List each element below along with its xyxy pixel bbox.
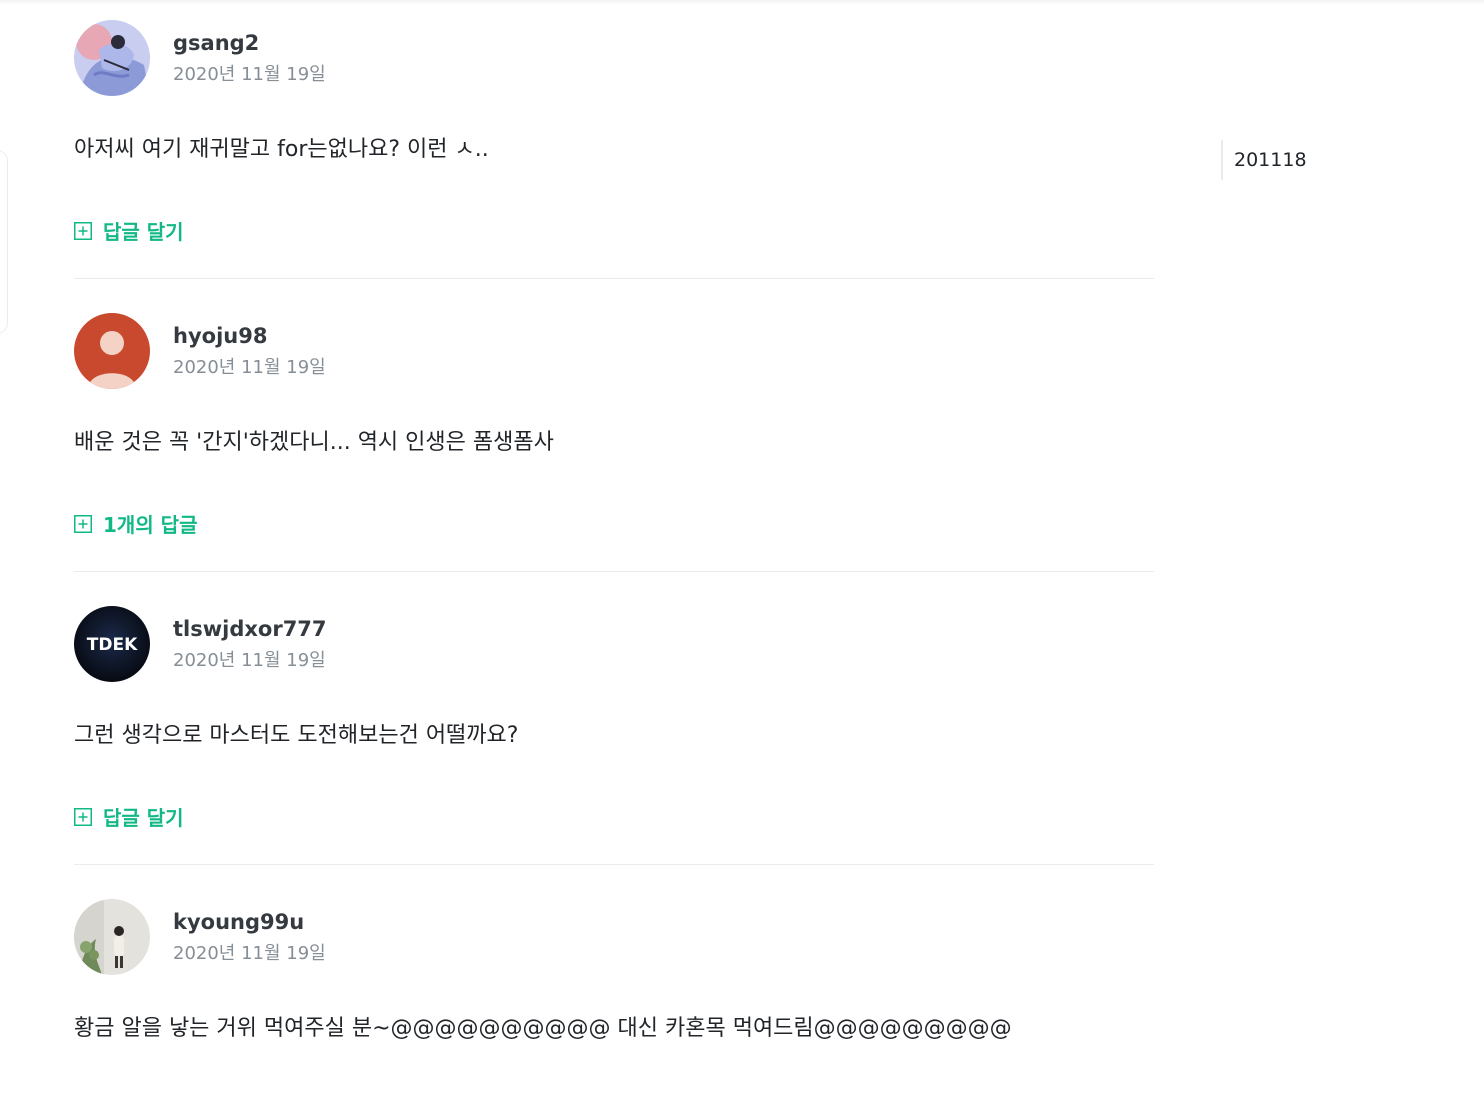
comment-date: 2020년 11월 19일 (173, 943, 326, 964)
comment-text: 황금 알을 낳는 거위 먹여주실 분~@@@@@@@@@@ 대신 카혼목 먹여드… (74, 1016, 1012, 1041)
tdek-logo-avatar: TDEK (74, 606, 150, 682)
avatar-logo-text: TDEK (87, 635, 138, 655)
comment-header: hyoju98 2020년 11월 19일 (74, 313, 326, 389)
user-info: hyoju98 2020년 11월 19일 (173, 322, 326, 380)
user-avatar[interactable] (74, 899, 150, 975)
comment-item: gsang2 2020년 11월 19일 아저씨 여기 재귀말고 for는없나요… (74, 0, 1154, 279)
toc-item[interactable]: 201118 (1234, 149, 1307, 171)
reply-label: 답글 달기 (103, 220, 184, 244)
comment-date: 2020년 11월 19일 (173, 650, 326, 671)
avatar-illustration (74, 20, 150, 96)
user-avatar[interactable]: TDEK (74, 606, 150, 682)
comment-header: gsang2 2020년 11월 19일 (74, 20, 326, 96)
reply-button[interactable]: 답글 달기 (74, 216, 184, 245)
default-user-icon (74, 313, 150, 389)
plus-box-icon (74, 514, 92, 533)
comment-item: kyoung99u 2020년 11월 19일 황금 알을 낳는 거위 먹여주실… (74, 865, 1154, 1103)
side-action-panel[interactable] (0, 150, 8, 334)
username[interactable]: kyoung99u (173, 908, 326, 936)
reply-button[interactable]: 답글 달기 (74, 802, 184, 831)
comment-list: gsang2 2020년 11월 19일 아저씨 여기 재귀말고 for는없나요… (74, 0, 1154, 1103)
user-info: kyoung99u 2020년 11월 19일 (173, 908, 326, 966)
comment-item: hyoju98 2020년 11월 19일 배운 것은 꼭 '간지'하겠다니..… (74, 279, 1154, 572)
comment-text: 아저씨 여기 재귀말고 for는없나요? 이런 ㅅ.. (74, 137, 489, 162)
reply-label: 답글 달기 (103, 806, 184, 830)
comment-header: TDEK tlswjdxor777 2020년 11월 19일 (74, 606, 327, 682)
comment-header: kyoung99u 2020년 11월 19일 (74, 899, 326, 975)
plus-box-icon (74, 807, 92, 826)
user-avatar[interactable] (74, 20, 150, 96)
comment-date: 2020년 11월 19일 (173, 64, 326, 85)
reply-toggle-button[interactable]: 1개의 답글 (74, 509, 197, 538)
comment-date: 2020년 11월 19일 (173, 357, 326, 378)
table-of-contents: 201118 (1221, 140, 1307, 180)
comment-item: TDEK tlswjdxor777 2020년 11월 19일 그런 생각으로 … (74, 572, 1154, 865)
comment-text: 배운 것은 꼭 '간지'하겠다니... 역시 인생은 폼생폼사 (74, 430, 554, 455)
comment-text: 그런 생각으로 마스터도 도전해보는건 어떨까요? (74, 723, 519, 748)
username[interactable]: hyoju98 (173, 322, 326, 350)
username[interactable]: tlswjdxor777 (173, 615, 327, 643)
user-info: gsang2 2020년 11월 19일 (173, 29, 326, 87)
user-info: tlswjdxor777 2020년 11월 19일 (173, 615, 327, 673)
user-avatar[interactable] (74, 313, 150, 389)
username[interactable]: gsang2 (173, 29, 326, 57)
comments-page: gsang2 2020년 11월 19일 아저씨 여기 재귀말고 for는없나요… (0, 0, 1484, 1104)
reply-count-label: 1개의 답글 (103, 513, 198, 537)
plus-box-icon (74, 221, 92, 240)
photo-avatar (74, 899, 150, 975)
